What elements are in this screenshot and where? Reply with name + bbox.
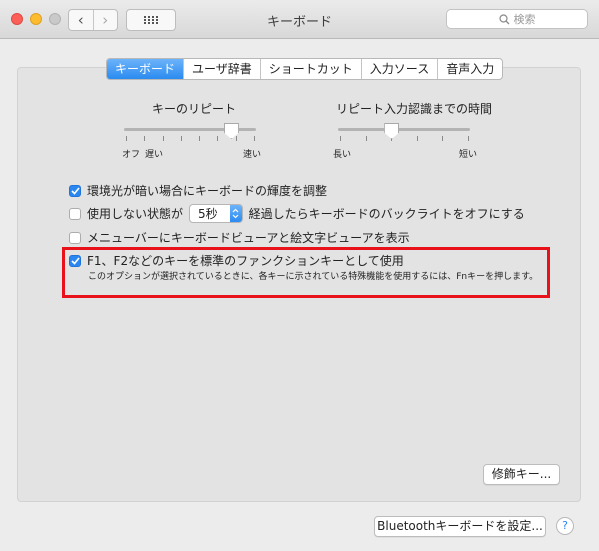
- tab-input-sources[interactable]: 入力ソース: [360, 59, 437, 79]
- search-field[interactable]: 検索: [446, 9, 588, 29]
- tab-keyboard[interactable]: キーボード: [107, 59, 184, 79]
- adjust-brightness-option[interactable]: 環境光が暗い場合にキーボードの輝度を調整: [69, 182, 327, 199]
- popup-arrows-icon: [229, 205, 242, 222]
- backlight-timeout-popup[interactable]: 5秒: [189, 204, 243, 223]
- title-bar: ‹ › キーボード 検索: [0, 0, 599, 39]
- slider-tick: [366, 136, 367, 141]
- slider-tick: [217, 136, 218, 141]
- show-viewer-checkbox[interactable]: [69, 231, 81, 244]
- bluetooth-setup-button[interactable]: Bluetoothキーボードを設定...: [374, 516, 546, 537]
- modifier-keys-button[interactable]: 修飾キー...: [483, 464, 560, 485]
- checkmark-icon: [70, 256, 80, 265]
- key-repeat-title: キーのリピート: [152, 102, 237, 116]
- slider-tick: [236, 136, 237, 141]
- slider-tick: [126, 136, 127, 141]
- search-placeholder: 検索: [513, 13, 536, 26]
- checkmark-icon: [70, 186, 80, 195]
- key-repeat-slow-label: 遅い: [145, 150, 164, 160]
- preferences-window: ‹ › キーボード 検索 キーボード ユーザ辞書 ショートカット 入力ソース 音…: [0, 0, 599, 551]
- show-viewer-label: メニューバーにキーボードビューアと絵文字ビューアを表示: [87, 231, 410, 245]
- slider-tick: [442, 136, 443, 141]
- slider-tick: [144, 136, 145, 141]
- key-repeat-fast-label: 速い: [243, 150, 262, 160]
- fn-keys-checkbox[interactable]: [69, 254, 81, 267]
- fn-keys-note: このオプションが選択されているときに、各キーに示されている特殊機能を使用するには…: [88, 272, 539, 282]
- slider-tick: [468, 136, 469, 141]
- repeat-delay-track: [338, 128, 470, 131]
- adjust-brightness-checkbox[interactable]: [69, 184, 81, 197]
- slider-tick: [340, 136, 341, 141]
- backlight-off-checkbox[interactable]: [69, 207, 81, 220]
- backlight-off-label-after: 経過したらキーボードのバックライトをオフにする: [248, 207, 525, 221]
- slider-tick: [163, 136, 164, 141]
- adjust-brightness-label: 環境光が暗い場合にキーボードの輝度を調整: [87, 184, 328, 198]
- tab-shortcuts[interactable]: ショートカット: [259, 59, 361, 79]
- tab-bar: キーボード ユーザ辞書 ショートカット 入力ソース 音声入力: [106, 58, 504, 80]
- search-icon: [498, 13, 509, 24]
- slider-tick: [254, 136, 255, 141]
- fn-keys-label: F1、F2などのキーを標準のファンクションキーとして使用: [87, 254, 404, 268]
- tab-dictation[interactable]: 音声入力: [437, 59, 502, 79]
- slider-tick: [417, 136, 418, 141]
- fn-keys-option[interactable]: F1、F2などのキーを標準のファンクションキーとして使用: [69, 252, 404, 269]
- slider-tick: [199, 136, 200, 141]
- help-button[interactable]: ?: [556, 517, 574, 535]
- backlight-timeout-value: 5秒: [198, 207, 218, 221]
- backlight-off-option[interactable]: 使用しない状態が 5秒 経過したらキーボードのバックライトをオフにする: [69, 204, 525, 223]
- repeat-delay-title: リピート入力認識までの時間: [336, 102, 493, 116]
- repeat-delay-long-label: 長い: [333, 150, 352, 160]
- backlight-off-label-before: 使用しない状態が: [87, 207, 184, 221]
- repeat-delay-short-label: 短い: [459, 150, 478, 160]
- slider-tick: [181, 136, 182, 141]
- tab-user-dictionary[interactable]: ユーザ辞書: [183, 59, 260, 79]
- show-viewer-option[interactable]: メニューバーにキーボードビューアと絵文字ビューアを表示: [69, 229, 410, 246]
- key-repeat-off-label: オフ: [122, 150, 141, 160]
